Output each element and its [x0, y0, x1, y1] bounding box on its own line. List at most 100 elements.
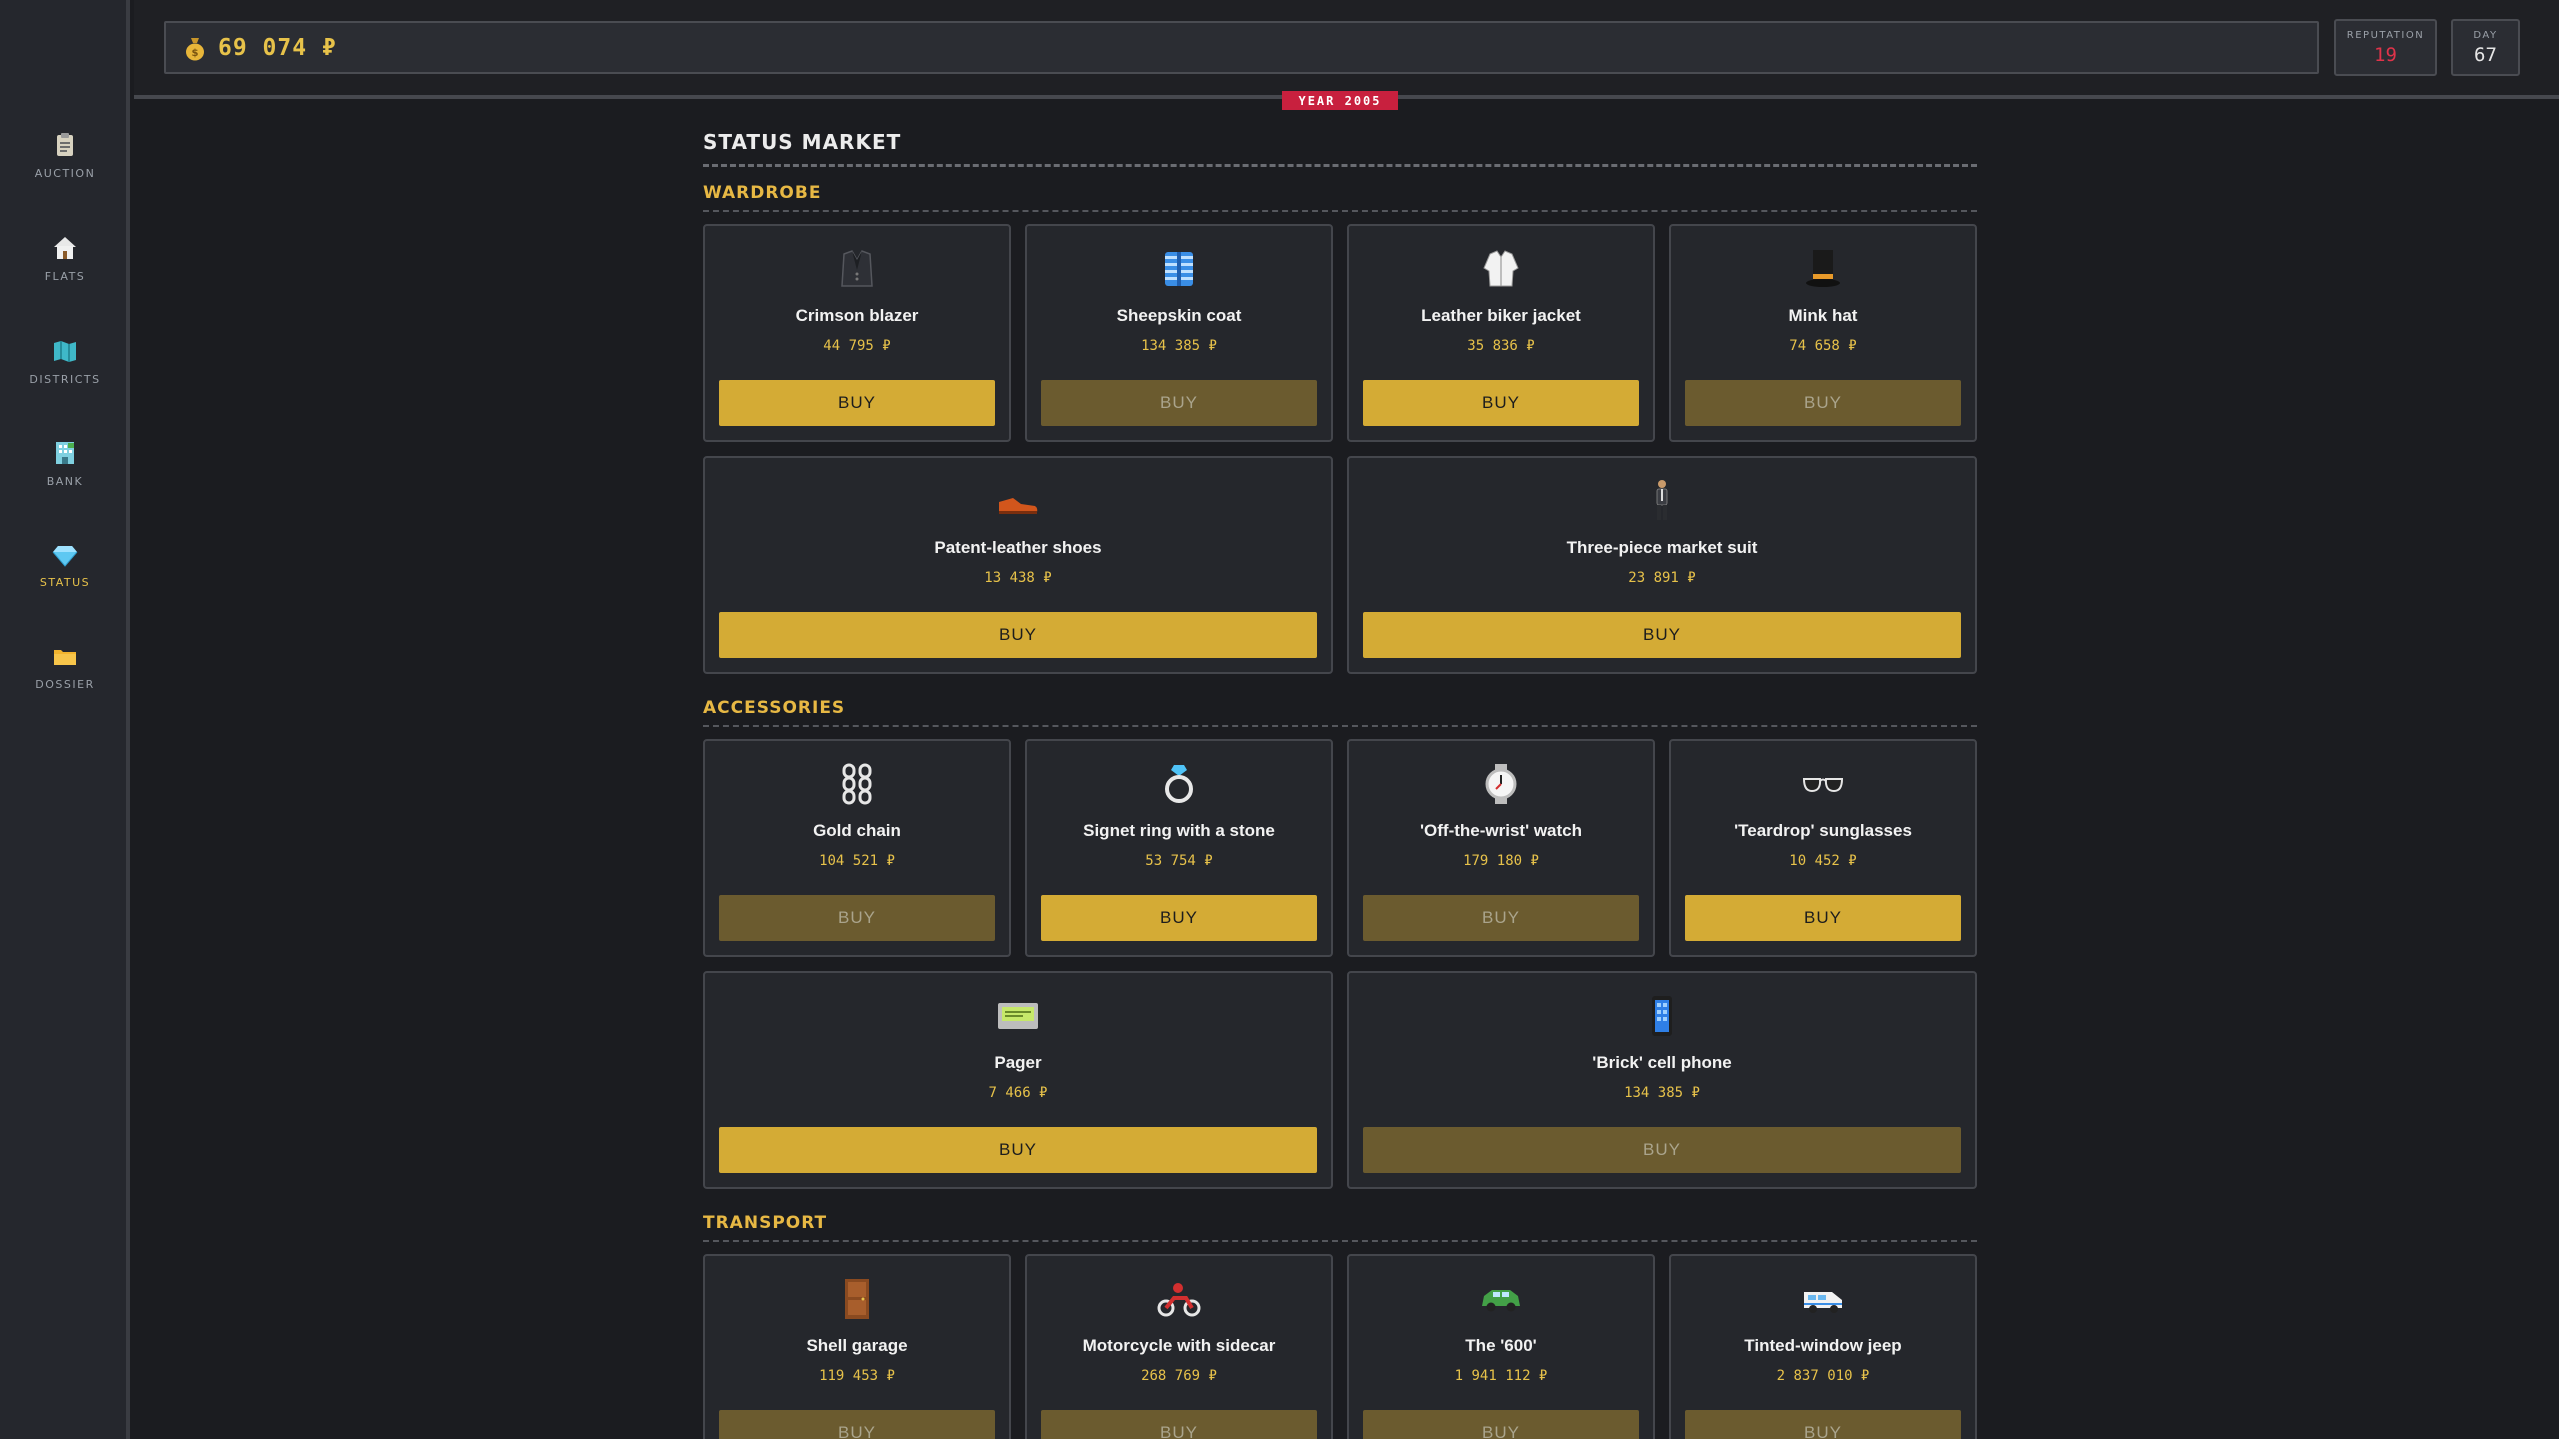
- item-card: Signet ring with a stone 53 754 ₽ BUY: [1025, 739, 1333, 957]
- wardrobe-grid: Crimson blazer 44 795 ₽ BUY Sheepskin co…: [703, 224, 1977, 442]
- buy-button[interactable]: BUY: [719, 1410, 995, 1439]
- item-card: Pager 7 466 ₽ BUY: [703, 971, 1333, 1189]
- item-price: 2 837 010 ₽: [1776, 1368, 1870, 1384]
- buy-button[interactable]: BUY: [1041, 1410, 1317, 1439]
- item-name: Signet ring with a stone: [1083, 821, 1275, 840]
- svg-text:$: $: [192, 48, 199, 59]
- item-price: 13 438 ₽: [984, 570, 1052, 586]
- item-price: 104 521 ₽: [819, 853, 895, 869]
- suit-person-icon: [1656, 480, 1668, 520]
- item-price: 119 453 ₽: [819, 1368, 895, 1384]
- item-name: 'Brick' cell phone: [1592, 1053, 1732, 1072]
- item-name: Tinted-window jeep: [1744, 1336, 1902, 1355]
- item-card: Mink hat 74 658 ₽ BUY: [1669, 224, 1977, 442]
- sidebar-item-auction[interactable]: AUCTION: [0, 115, 130, 195]
- sidebar-item-bank[interactable]: BANK: [0, 423, 130, 503]
- section-title-accessories: ACCESSORIES: [703, 698, 1977, 727]
- item-name: Gold chain: [813, 821, 901, 840]
- item-card: Patent-leather shoes 13 438 ₽ BUY: [703, 456, 1333, 674]
- item-name: Crimson blazer: [795, 306, 919, 325]
- sunglasses-icon: [1802, 778, 1844, 793]
- item-name: Patent-leather shoes: [934, 538, 1102, 557]
- pager-icon: [998, 1003, 1038, 1029]
- buy-button[interactable]: BUY: [1363, 1410, 1639, 1439]
- item-name: 'Off-the-wrist' watch: [1419, 821, 1583, 840]
- accessories-grid: Gold chain 104 521 ₽ BUY Signet ring wit…: [703, 739, 1977, 957]
- sidebar-item-label: FLATS: [44, 270, 86, 283]
- buy-button[interactable]: BUY: [719, 895, 995, 941]
- sidebar-item-label: DISTRICTS: [29, 373, 101, 386]
- buy-button[interactable]: BUY: [1363, 895, 1639, 941]
- shoe-icon: [999, 498, 1038, 514]
- buy-button[interactable]: BUY: [719, 612, 1317, 658]
- item-card: 'Brick' cell phone 134 385 ₽ BUY: [1347, 971, 1977, 1189]
- buy-button[interactable]: BUY: [1041, 895, 1317, 941]
- sidebar-item-districts[interactable]: DISTRICTS: [0, 321, 130, 401]
- chain-icon: [842, 763, 872, 805]
- item-price: 10 452 ₽: [1789, 853, 1857, 869]
- transport-grid: Shell garage 119 453 ₽ BUY Motorcycle wi…: [703, 1254, 1977, 1439]
- sidebar-item-flats[interactable]: FLATS: [0, 218, 130, 298]
- status-market: STATUS MARKET WARDROBE Crimson blazer 44…: [703, 130, 1977, 1439]
- buy-button[interactable]: BUY: [1041, 380, 1317, 426]
- reputation-value: 19: [2374, 43, 2397, 66]
- item-price: 1 941 112 ₽: [1454, 1368, 1548, 1384]
- buy-button[interactable]: BUY: [719, 1127, 1317, 1173]
- sidebar-item-label: STATUS: [39, 576, 91, 589]
- sidebar: AUCTION FLATS DISTRICTS BANK STATUS DOSS…: [0, 0, 130, 1439]
- item-name: Pager: [994, 1053, 1042, 1072]
- sidebar-item-label: DOSSIER: [35, 678, 95, 691]
- page-title: STATUS MARKET: [703, 130, 1977, 167]
- item-price: 134 385 ₽: [1624, 1085, 1700, 1101]
- day-stat: DAY 67: [2451, 19, 2520, 76]
- sidebar-item-label: BANK: [46, 475, 84, 488]
- item-card: Three-piece market suit 23 891 ₽ BUY: [1347, 456, 1977, 674]
- ring-icon: [1165, 765, 1193, 803]
- item-name: 'Teardrop' sunglasses: [1734, 821, 1912, 840]
- wardrobe-grid-wide: Patent-leather shoes 13 438 ₽ BUY Three-…: [703, 456, 1977, 674]
- map-icon: [54, 341, 76, 362]
- accessories-grid-wide: Pager 7 466 ₽ BUY 'Brick' cell phone 134…: [703, 971, 1977, 1189]
- buy-button[interactable]: BUY: [1363, 380, 1639, 426]
- item-name: Leather biker jacket: [1421, 306, 1581, 325]
- buy-button[interactable]: BUY: [1685, 380, 1961, 426]
- item-price: 134 385 ₽: [1141, 338, 1217, 354]
- item-card: The '600' 1 941 112 ₽ BUY: [1347, 1254, 1655, 1439]
- item-card: Gold chain 104 521 ₽ BUY: [703, 739, 1011, 957]
- year-badge: YEAR 2005: [1282, 91, 1398, 110]
- motorcycle-icon: [1157, 1283, 1201, 1317]
- item-name: Mink hat: [1788, 306, 1858, 325]
- item-name: Shell garage: [806, 1336, 908, 1355]
- sidebar-item-status[interactable]: STATUS: [0, 524, 130, 604]
- buy-button[interactable]: BUY: [719, 380, 995, 426]
- gem-icon: [52, 546, 78, 567]
- money-display: $ 69 074 ₽: [164, 21, 2319, 74]
- item-price: 268 769 ₽: [1141, 1368, 1217, 1384]
- day-label: DAY: [2473, 29, 2498, 41]
- item-price: 179 180 ₽: [1463, 853, 1539, 869]
- item-price: 44 795 ₽: [823, 338, 891, 354]
- sidebar-item-dossier[interactable]: DOSSIER: [0, 626, 130, 706]
- reputation-stat: REPUTATION 19: [2334, 19, 2437, 76]
- item-price: 35 836 ₽: [1467, 338, 1535, 354]
- item-card: Crimson blazer 44 795 ₽ BUY: [703, 224, 1011, 442]
- buy-button[interactable]: BUY: [1363, 1127, 1961, 1173]
- top-hat-icon: [1806, 250, 1840, 287]
- buy-button[interactable]: BUY: [1685, 895, 1961, 941]
- mobile-phone-icon: [1652, 996, 1672, 1036]
- car-icon: [1482, 1290, 1520, 1312]
- buy-button[interactable]: BUY: [1685, 1410, 1961, 1439]
- house-icon: [54, 237, 76, 259]
- item-card: 'Off-the-wrist' watch 179 180 ₽ BUY: [1347, 739, 1655, 957]
- item-card: 'Teardrop' sunglasses 10 452 ₽ BUY: [1669, 739, 1977, 957]
- item-card: Shell garage 119 453 ₽ BUY: [703, 1254, 1011, 1439]
- coat-icon: [1165, 252, 1193, 286]
- section-title-wardrobe: WARDROBE: [703, 183, 1977, 212]
- reputation-label: REPUTATION: [2346, 29, 2425, 41]
- day-value: 67: [2474, 43, 2497, 66]
- item-price: 23 891 ₽: [1628, 570, 1696, 586]
- item-name: Motorcycle with sidecar: [1082, 1336, 1276, 1355]
- item-card: Tinted-window jeep 2 837 010 ₽ BUY: [1669, 1254, 1977, 1439]
- item-price: 7 466 ₽: [988, 1085, 1048, 1101]
- buy-button[interactable]: BUY: [1363, 612, 1961, 658]
